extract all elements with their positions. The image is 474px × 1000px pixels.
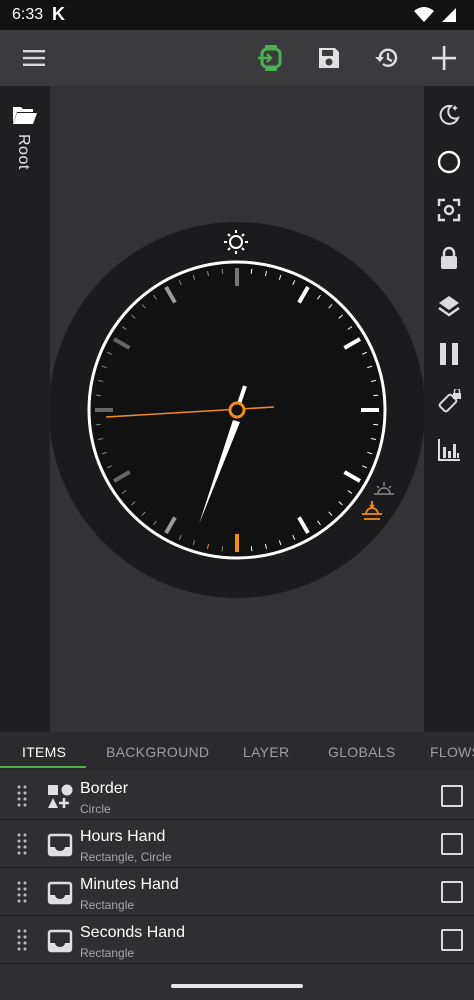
history-icon bbox=[375, 48, 398, 67]
root-folder-button[interactable] bbox=[12, 104, 38, 126]
save-button[interactable] bbox=[305, 30, 353, 86]
drag-handle-icon[interactable] bbox=[17, 785, 27, 807]
root-label[interactable]: Root bbox=[14, 134, 32, 170]
list-item[interactable]: Seconds Hand Rectangle bbox=[0, 916, 474, 964]
save-icon bbox=[319, 48, 339, 68]
lock-button[interactable] bbox=[429, 238, 469, 278]
signal-icon bbox=[442, 8, 456, 22]
history-button[interactable] bbox=[363, 30, 411, 86]
item-checkbox[interactable] bbox=[441, 881, 463, 903]
status-time: 6:33 bbox=[12, 6, 44, 23]
item-checkbox[interactable] bbox=[441, 785, 463, 807]
item-title: Hours Hand bbox=[80, 828, 166, 845]
minute-tick bbox=[373, 423, 379, 426]
tab-background[interactable]: BACKGROUND bbox=[106, 732, 209, 770]
left-panel: Root bbox=[0, 86, 50, 732]
tab-layer[interactable]: LAYER bbox=[243, 732, 289, 770]
item-title: Seconds Hand bbox=[80, 924, 185, 941]
status-bar: 6:33 K bbox=[0, 0, 474, 30]
inbox-icon bbox=[47, 833, 73, 857]
add-button[interactable] bbox=[420, 30, 468, 86]
app-badge: K bbox=[52, 4, 65, 24]
minute-tick bbox=[250, 268, 253, 274]
focus-icon bbox=[437, 198, 461, 222]
status-icons bbox=[412, 6, 460, 29]
system-nav-bar bbox=[0, 966, 474, 1000]
inbox-icon bbox=[47, 881, 73, 905]
wifi-icon bbox=[414, 7, 456, 22]
circle-button[interactable] bbox=[429, 142, 469, 182]
center-cap bbox=[228, 401, 246, 419]
layers-icon bbox=[438, 296, 460, 317]
bar-chart-icon bbox=[438, 439, 460, 461]
minute-tick bbox=[373, 394, 379, 397]
minute-tick bbox=[95, 394, 101, 397]
shapes-icon bbox=[48, 784, 73, 808]
drag-handle-icon[interactable] bbox=[17, 881, 27, 903]
item-checkbox[interactable] bbox=[441, 833, 463, 855]
item-title: Minutes Hand bbox=[80, 876, 179, 893]
drag-handle-icon[interactable] bbox=[17, 929, 27, 951]
tab-bar: ITEMS BACKGROUND LAYER GLOBALS FLOWS bbox=[0, 732, 474, 770]
folder-open-icon bbox=[13, 107, 37, 124]
minute-tick bbox=[221, 268, 224, 274]
rotate-lock-icon bbox=[438, 389, 461, 413]
tab-globals[interactable]: GLOBALS bbox=[328, 732, 395, 770]
right-panel bbox=[424, 86, 474, 732]
minute-tick bbox=[250, 546, 253, 552]
watch-sync-button[interactable] bbox=[246, 30, 294, 86]
watch-face-canvas[interactable] bbox=[49, 86, 425, 732]
menu-icon bbox=[23, 50, 45, 66]
watch-face[interactable] bbox=[49, 86, 425, 732]
list-item[interactable]: Minutes Hand Rectangle bbox=[0, 868, 474, 916]
layers-button[interactable] bbox=[429, 286, 469, 326]
circle-icon bbox=[437, 150, 461, 174]
tab-flows[interactable]: FLOWS bbox=[430, 732, 474, 770]
night-mode-icon bbox=[439, 104, 460, 125]
rotate-lock-button[interactable] bbox=[429, 382, 469, 422]
item-subtitle: Rectangle bbox=[80, 898, 135, 912]
tab-items[interactable]: ITEMS bbox=[22, 732, 66, 770]
bar-chart-button[interactable] bbox=[429, 430, 469, 470]
night-mode-button[interactable] bbox=[429, 94, 469, 134]
item-subtitle: Rectangle bbox=[80, 946, 135, 960]
minute-tick bbox=[221, 546, 224, 552]
pause-button[interactable] bbox=[429, 334, 469, 374]
minute-tick bbox=[95, 423, 101, 426]
pause-icon bbox=[440, 343, 458, 365]
add-icon bbox=[432, 46, 456, 70]
focus-button[interactable] bbox=[429, 190, 469, 230]
lock-icon bbox=[441, 246, 457, 269]
tab-indicator bbox=[0, 766, 86, 768]
item-checkbox[interactable] bbox=[441, 929, 463, 951]
inbox-icon bbox=[47, 929, 73, 953]
home-handle[interactable] bbox=[171, 984, 303, 988]
list-item[interactable]: Border Circle bbox=[0, 772, 474, 820]
item-subtitle: Circle bbox=[80, 802, 111, 816]
item-subtitle: Rectangle, Circle bbox=[80, 850, 172, 864]
item-title: Border bbox=[80, 780, 129, 797]
drag-handle-icon[interactable] bbox=[17, 833, 27, 855]
menu-button[interactable] bbox=[10, 30, 58, 86]
list-item[interactable]: Hours Hand Rectangle, Circle bbox=[0, 820, 474, 868]
toolbar bbox=[0, 30, 474, 86]
watch-sync-icon bbox=[258, 45, 282, 71]
